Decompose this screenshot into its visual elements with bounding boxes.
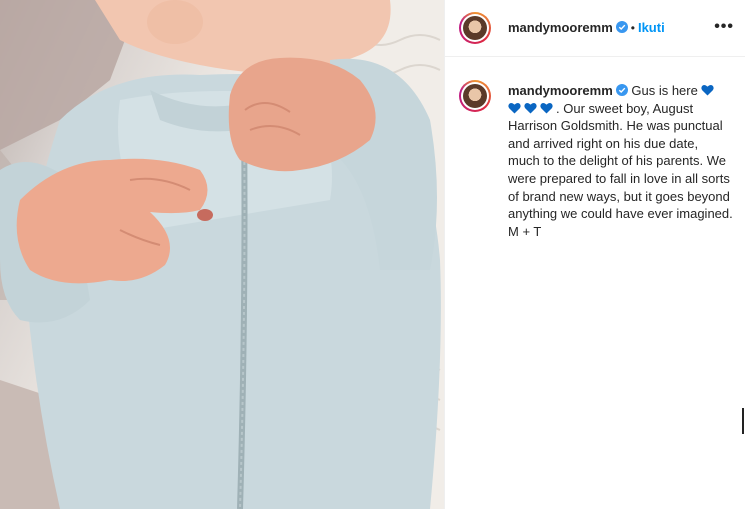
caption-text-head: Gus is here <box>631 83 698 98</box>
avatar-image <box>463 84 487 108</box>
instagram-post: mandymooremm • Ikuti ••• mandymooremm Gus … <box>0 0 745 509</box>
blue-heart-icon <box>701 84 715 96</box>
avatar[interactable] <box>459 12 491 44</box>
caption-avatar[interactable] <box>459 80 491 112</box>
caption-username[interactable]: mandymooremm <box>508 83 613 98</box>
header-user-line: mandymooremm • Ikuti <box>508 19 665 37</box>
post-side-panel: mandymooremm • Ikuti ••• mandymooremm Gus … <box>444 0 745 509</box>
verified-badge-icon <box>615 21 628 33</box>
scrollbar-thumb[interactable] <box>742 408 744 434</box>
caption-text-body: . Our sweet boy, August Harrison Goldsmi… <box>508 100 733 222</box>
blue-heart-icon <box>508 102 521 114</box>
blue-heart-icon <box>540 102 553 114</box>
more-options-icon[interactable]: ••• <box>714 18 734 36</box>
post-header: mandymooremm • Ikuti ••• <box>445 0 745 57</box>
post-photo[interactable] <box>0 0 444 509</box>
blue-heart-icon <box>524 102 537 114</box>
caption-signature: M + T <box>508 223 542 239</box>
separator-dot: • <box>630 21 635 35</box>
header-username[interactable]: mandymooremm <box>508 20 613 35</box>
follow-button[interactable]: Ikuti <box>638 20 665 35</box>
verified-badge-icon <box>615 84 628 96</box>
baby-photo-illustration <box>0 0 444 509</box>
post-caption: mandymooremm Gus is here . Our sweet boy… <box>508 82 733 240</box>
avatar-image <box>463 16 487 40</box>
